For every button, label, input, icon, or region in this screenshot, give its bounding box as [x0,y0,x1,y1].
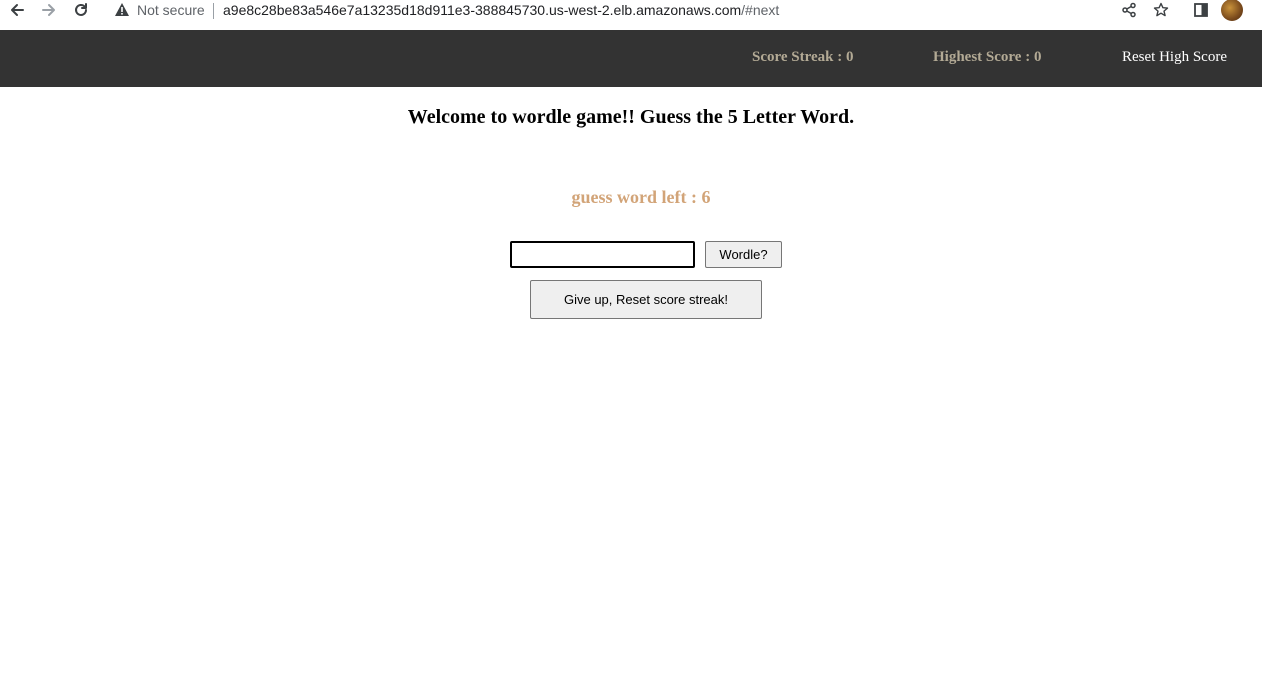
address-bar[interactable]: Not secure a9e8c28be83a546e7a13235d18d91… [104,0,1114,26]
score-streak: Score Streak : 0 [752,49,854,65]
page-title: Welcome to wordle game!! Guess the 5 Let… [407,106,855,128]
star-icon[interactable] [1150,0,1172,20]
avatar[interactable] [1221,0,1243,21]
highest-score: Highest Score : 0 [933,49,1042,65]
wordle-submit-button[interactable]: Wordle? [705,241,782,268]
reload-icon[interactable] [69,0,93,20]
back-arrow-icon[interactable] [5,0,29,20]
url-host: a9e8c28be83a546e7a13235d18d911e3-3888457… [223,2,742,18]
security-label[interactable]: Not secure [137,2,205,18]
share-icon[interactable] [1118,0,1140,20]
guesses-left-counter: guess word left : 6 [571,187,711,207]
omnibox-divider [213,3,214,19]
forward-arrow-icon[interactable] [37,0,61,20]
give-up-button[interactable]: Give up, Reset score streak! [530,280,762,319]
site-header: Score Streak : 0 Highest Score : 0 Reset… [0,30,1262,87]
warning-triangle-icon[interactable] [114,2,130,22]
reset-high-score-link[interactable]: Reset High Score [1122,49,1227,66]
side-panel-icon[interactable] [1190,0,1212,20]
url-text[interactable]: a9e8c28be83a546e7a13235d18d911e3-3888457… [223,2,779,18]
browser-toolbar: Not secure a9e8c28be83a546e7a13235d18d91… [0,0,1262,30]
url-fragment: /#next [741,2,780,18]
guess-input[interactable] [510,241,695,268]
